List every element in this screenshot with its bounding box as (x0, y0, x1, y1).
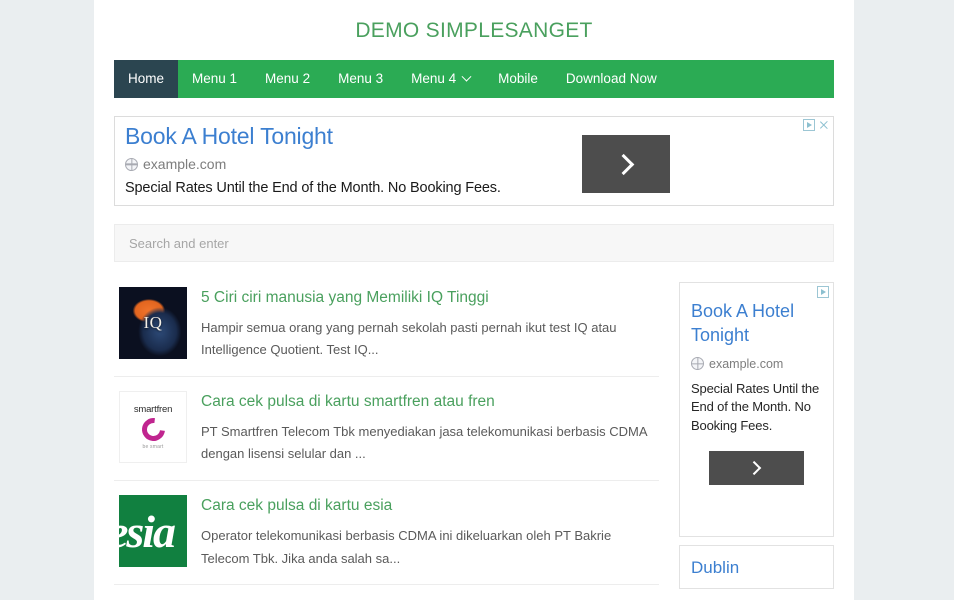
nav-item-label: Menu 4 (411, 72, 456, 86)
list-item[interactable]: smartfren be smart Cara cek pulsa di kar… (114, 377, 659, 481)
nav-item-label: Menu 3 (338, 72, 383, 86)
smartfren-swoosh-icon (137, 413, 169, 445)
nav-item-label: Menu 1 (192, 72, 237, 86)
sidebar-ad[interactable]: Book A Hotel Tonight example.com Special… (679, 282, 834, 537)
search-bar (114, 224, 834, 262)
post-list: IQ 5 Ciri ciri manusia yang Memiliki IQ … (114, 282, 659, 589)
leaderboard-ad[interactable]: Book A Hotel Tonight example.com Special… (114, 116, 834, 206)
ad-cta-button[interactable] (709, 451, 804, 485)
thumbnail-label: IQ (144, 313, 163, 333)
thumbnail-tagline: be smart (142, 444, 163, 450)
post-title[interactable]: Cara cek pulsa di kartu esia (201, 497, 659, 516)
close-icon[interactable] (818, 119, 830, 131)
thumbnail-label: esia (119, 505, 174, 558)
thumbnail-esia-logo[interactable]: esia (119, 495, 187, 567)
nav-item-label: Mobile (498, 72, 538, 86)
ad-corner-controls (803, 119, 830, 131)
nav-item-label: Home (128, 72, 164, 86)
nav-item-label: Download Now (566, 72, 657, 86)
post-excerpt: Operator telekomunikasi berbasis CDMA in… (201, 525, 659, 571)
content-area: IQ 5 Ciri ciri manusia yang Memiliki IQ … (114, 282, 834, 589)
post-title[interactable]: Cara cek pulsa di kartu smartfren atau f… (201, 393, 659, 412)
ad-url-row: example.com (691, 357, 822, 371)
ad-headline[interactable]: Dublin (691, 558, 822, 578)
ad-cta-button[interactable] (582, 135, 670, 193)
post-excerpt: Hampir semua orang yang pernah sekolah p… (201, 317, 659, 363)
thumbnail-label: smartfren (134, 404, 172, 415)
sidebar-ad-secondary[interactable]: Dublin (679, 545, 834, 589)
globe-icon (125, 158, 138, 171)
search-input[interactable] (114, 224, 834, 262)
nav-item-menu-2[interactable]: Menu 2 (251, 60, 324, 98)
post-body: Cara cek pulsa di kartu esia Operator te… (201, 495, 659, 570)
page-container: DEMO SIMPLESANGET Home Menu 1 Menu 2 Men… (94, 0, 854, 600)
post-title[interactable]: 5 Ciri ciri manusia yang Memiliki IQ Tin… (201, 289, 659, 308)
ad-headline[interactable]: Book A Hotel Tonight (125, 123, 823, 149)
list-item[interactable]: esia Cara cek pulsa di kartu esia Operat… (114, 481, 659, 585)
post-body: Cara cek pulsa di kartu smartfren atau f… (201, 391, 659, 466)
nav-item-menu-1[interactable]: Menu 1 (178, 60, 251, 98)
post-excerpt: PT Smartfren Telecom Tbk menyediakan jas… (201, 421, 659, 467)
leaderboard-ad-body: Book A Hotel Tonight example.com Special… (115, 117, 833, 196)
ad-url: example.com (709, 357, 783, 371)
adchoices-icon[interactable] (803, 119, 815, 131)
thumbnail-smartfren-logo[interactable]: smartfren be smart (119, 391, 187, 463)
nav-item-download-now[interactable]: Download Now (552, 60, 671, 98)
globe-icon (691, 357, 704, 370)
adchoices-icon[interactable] (817, 286, 829, 298)
ad-corner-controls (817, 286, 829, 298)
ad-description: Special Rates Until the End of the Month… (125, 180, 823, 196)
thumbnail-iq-brain[interactable]: IQ (119, 287, 187, 359)
nav-item-menu-3[interactable]: Menu 3 (324, 60, 397, 98)
ad-url-row: example.com (125, 156, 823, 172)
ad-description: Special Rates Until the End of the Month… (691, 380, 822, 437)
main-navigation: Home Menu 1 Menu 2 Menu 3 Menu 4 Mobile … (114, 60, 834, 98)
page-title: DEMO SIMPLESANGET (94, 0, 854, 60)
list-item[interactable]: IQ 5 Ciri ciri manusia yang Memiliki IQ … (114, 282, 659, 377)
chevron-right-icon (747, 461, 761, 475)
nav-item-menu-4[interactable]: Menu 4 (397, 60, 484, 98)
post-body: 5 Ciri ciri manusia yang Memiliki IQ Tin… (201, 287, 659, 362)
nav-item-label: Menu 2 (265, 72, 310, 86)
ad-url: example.com (143, 156, 226, 172)
chevron-down-icon (462, 71, 472, 81)
chevron-right-icon (613, 153, 634, 174)
ad-headline[interactable]: Book A Hotel Tonight (691, 299, 822, 348)
sidebar: Book A Hotel Tonight example.com Special… (679, 282, 834, 589)
nav-item-home[interactable]: Home (114, 60, 178, 98)
nav-item-mobile[interactable]: Mobile (484, 60, 552, 98)
